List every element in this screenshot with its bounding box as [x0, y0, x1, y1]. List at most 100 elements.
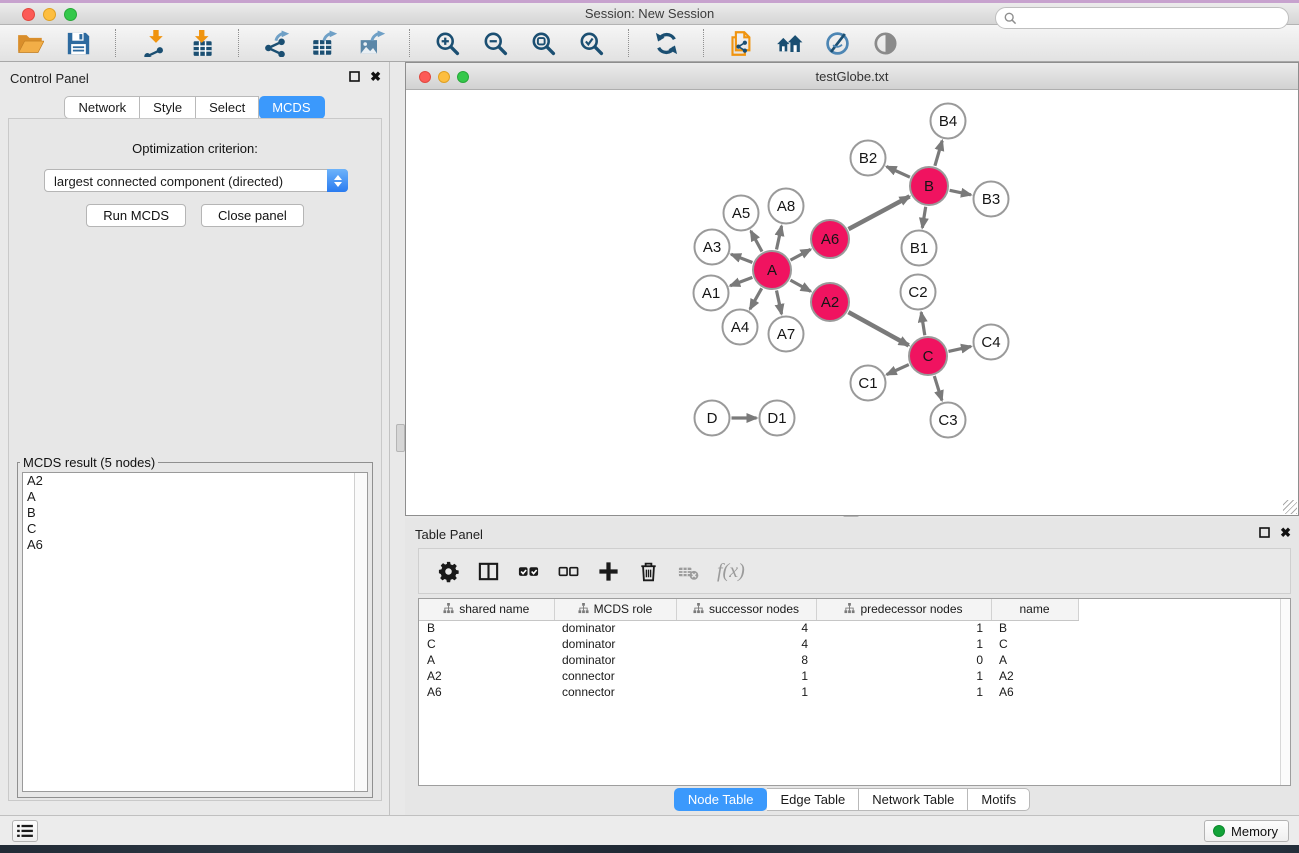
table-row[interactable]: Bdominator41B — [419, 620, 1078, 636]
table-cell[interactable]: 1 — [816, 668, 991, 684]
graph-node-A7[interactable]: A7 — [769, 317, 804, 352]
tab-select[interactable]: Select — [196, 96, 259, 119]
table-row[interactable]: Cdominator41C — [419, 636, 1078, 652]
table-cell[interactable]: dominator — [554, 620, 676, 636]
graph-node-A[interactable]: A — [753, 251, 791, 289]
first-neighbors-button[interactable] — [771, 28, 807, 58]
table-cell[interactable]: A6 — [991, 684, 1078, 700]
graph-edge-A-A6[interactable] — [791, 249, 811, 260]
graph-edge-B-B3[interactable] — [950, 190, 971, 195]
search-input[interactable] — [995, 7, 1289, 29]
network-canvas[interactable]: AA1A2A3A4A5A6A7A8BB1B2B3B4CC1C2C3C4DD1 — [406, 90, 1298, 515]
table-cell[interactable]: B — [419, 620, 554, 636]
close-table-panel-button[interactable]: ✖ — [1280, 526, 1291, 539]
mcds-result-list[interactable]: A2ABCA6 — [22, 472, 368, 792]
toggle-columns-button[interactable] — [477, 556, 500, 586]
table-row[interactable]: Adominator80A — [419, 652, 1078, 668]
table-cell[interactable]: 1 — [676, 684, 816, 700]
table-cell[interactable]: C — [991, 636, 1078, 652]
table-cell[interactable]: 1 — [816, 684, 991, 700]
table-scrollbar[interactable] — [1280, 599, 1290, 785]
table-tab-motifs[interactable]: Motifs — [968, 788, 1030, 811]
table-cell[interactable]: 1 — [816, 620, 991, 636]
export-network-button[interactable] — [258, 28, 294, 58]
column-header-predecessor-nodes[interactable]: predecessor nodes — [816, 599, 991, 620]
window-resize-grip[interactable] — [1283, 500, 1297, 514]
close-panel-action-button[interactable]: Close panel — [201, 204, 304, 227]
mcds-result-item[interactable]: B — [23, 505, 367, 521]
graph-edge-A-A5[interactable] — [751, 231, 762, 252]
table-cell[interactable]: 4 — [676, 636, 816, 652]
graph-edge-A-A1[interactable] — [730, 277, 752, 285]
show-all-button[interactable] — [867, 28, 903, 58]
table-cell[interactable]: B — [991, 620, 1078, 636]
add-column-button[interactable] — [597, 556, 620, 586]
graph-node-B1[interactable]: B1 — [902, 231, 937, 266]
graph-node-B[interactable]: B — [910, 167, 948, 205]
save-session-button[interactable] — [60, 28, 96, 58]
table-cell[interactable]: connector — [554, 684, 676, 700]
import-table-button[interactable] — [183, 28, 219, 58]
graph-node-B4[interactable]: B4 — [931, 104, 966, 139]
table-row[interactable]: A6connector11A6 — [419, 684, 1078, 700]
task-history-button[interactable] — [12, 820, 38, 842]
open-session-button[interactable] — [12, 28, 48, 58]
table-cell[interactable]: 1 — [816, 636, 991, 652]
mcds-result-item[interactable]: A6 — [23, 537, 367, 553]
table-row[interactable]: A2connector11A2 — [419, 668, 1078, 684]
refresh-network-button[interactable] — [648, 28, 684, 58]
graph-node-C1[interactable]: C1 — [851, 366, 886, 401]
mcds-result-item[interactable]: A2 — [23, 473, 367, 489]
graph-edge-A-A2[interactable] — [790, 280, 810, 291]
float-table-panel-button[interactable] — [1259, 527, 1270, 538]
graph-edge-C-C3[interactable] — [934, 376, 942, 400]
zoom-selected-button[interactable] — [573, 28, 609, 58]
tab-style[interactable]: Style — [140, 96, 196, 119]
graph-edge-C-C1[interactable] — [887, 365, 909, 375]
column-header-successor-nodes[interactable]: successor nodes — [676, 599, 816, 620]
memory-button[interactable]: Memory — [1204, 820, 1289, 842]
table-settings-button[interactable] — [437, 556, 460, 586]
graph-node-A1[interactable]: A1 — [694, 276, 729, 311]
optimization-criterion-select[interactable]: largest connected component (directed) — [44, 169, 348, 192]
graph-node-A5[interactable]: A5 — [724, 196, 759, 231]
hide-selected-button[interactable] — [819, 28, 855, 58]
zoom-in-button[interactable] — [429, 28, 465, 58]
table-cell[interactable]: connector — [554, 668, 676, 684]
graph-node-A8[interactable]: A8 — [769, 189, 804, 224]
graph-edge-B-B2[interactable] — [887, 167, 910, 178]
graph-edge-A-A3[interactable] — [731, 254, 752, 262]
mcds-result-item[interactable]: C — [23, 521, 367, 537]
graph-node-C2[interactable]: C2 — [901, 275, 936, 310]
table-cell[interactable]: 8 — [676, 652, 816, 668]
zoom-out-button[interactable] — [477, 28, 513, 58]
import-network-button[interactable] — [135, 28, 171, 58]
select-all-rows-button[interactable] — [517, 556, 540, 586]
table-cell[interactable]: A6 — [419, 684, 554, 700]
table-cell[interactable]: A2 — [419, 668, 554, 684]
table-cell[interactable]: 0 — [816, 652, 991, 668]
close-panel-button[interactable]: ✖ — [370, 70, 381, 83]
graph-node-A2[interactable]: A2 — [811, 283, 849, 321]
graph-node-A4[interactable]: A4 — [723, 310, 758, 345]
graph-edge-A-A7[interactable] — [777, 291, 782, 315]
table-cell[interactable]: A — [991, 652, 1078, 668]
export-image-button[interactable] — [354, 28, 390, 58]
column-header-shared-name[interactable]: shared name — [419, 599, 554, 620]
table-cell[interactable]: C — [419, 636, 554, 652]
graph-node-C3[interactable]: C3 — [931, 403, 966, 438]
deselect-all-rows-button[interactable] — [557, 556, 580, 586]
graph-node-A3[interactable]: A3 — [695, 230, 730, 265]
clone-network-button[interactable] — [723, 28, 759, 58]
table-cell[interactable]: A — [419, 652, 554, 668]
float-panel-button[interactable] — [349, 71, 360, 82]
graph-edge-C-C2[interactable] — [921, 312, 925, 335]
graph-node-C4[interactable]: C4 — [974, 325, 1009, 360]
graph-edge-A-A4[interactable] — [750, 288, 762, 309]
graph-edge-C-C4[interactable] — [949, 346, 972, 351]
graph-node-C[interactable]: C — [909, 337, 947, 375]
graph-edge-B-B4[interactable] — [935, 141, 942, 166]
delete-columns-button[interactable] — [637, 556, 660, 586]
table-tab-network-table[interactable]: Network Table — [859, 788, 968, 811]
graph-node-D1[interactable]: D1 — [760, 401, 795, 436]
